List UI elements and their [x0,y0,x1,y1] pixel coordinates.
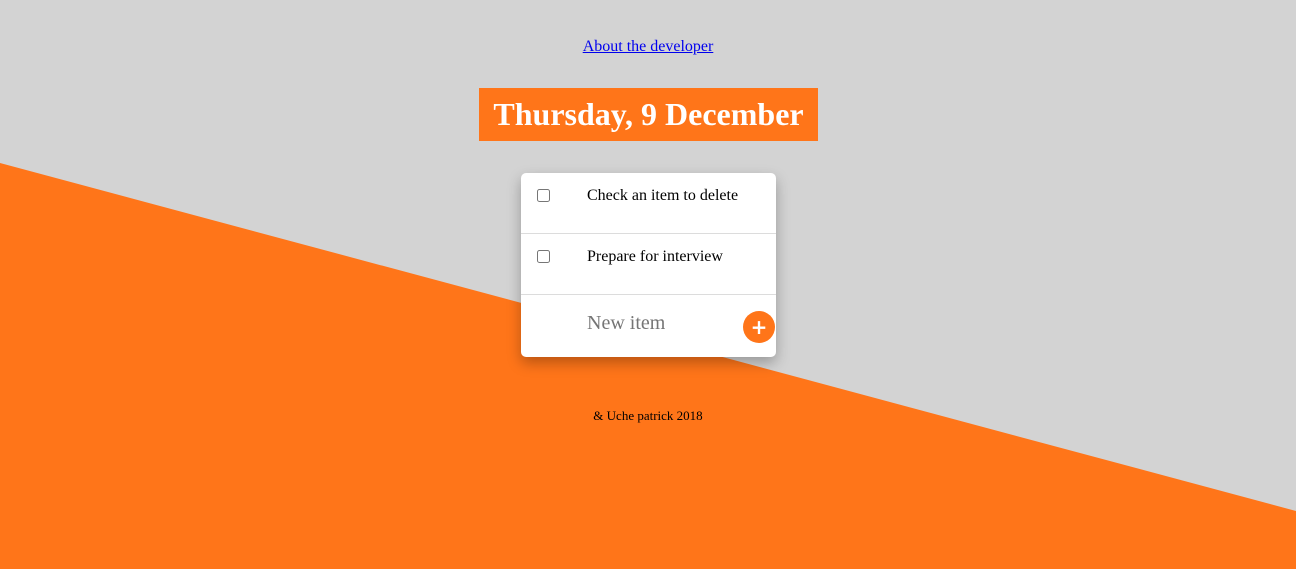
new-item-input[interactable] [587,312,737,335]
todo-card: Check an item to delete Prepare for inte… [521,173,776,357]
about-link-container: About the developer [0,38,1296,56]
about-developer-link[interactable]: About the developer [583,38,714,55]
todo-item-checkbox[interactable] [537,189,550,202]
todo-item-label: Prepare for interview [587,248,723,265]
new-item-row: + [521,295,776,355]
add-item-button[interactable]: + [743,311,775,343]
todo-item-checkbox[interactable] [537,250,550,263]
todo-item: Check an item to delete [521,173,776,234]
footer-credit: & Uche patrick 2018 [593,408,703,423]
date-heading: Thursday, 9 December [479,88,818,141]
todo-item: Prepare for interview [521,234,776,295]
todo-item-label: Check an item to delete [587,187,739,204]
